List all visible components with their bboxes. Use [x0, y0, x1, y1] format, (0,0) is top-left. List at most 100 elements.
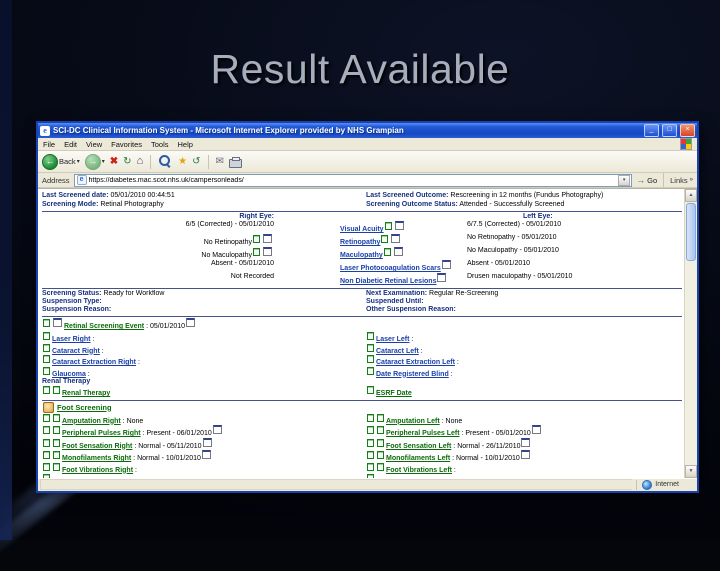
- value-last-screened-outcome: Rescreening in 12 months (Fundus Photogr…: [450, 192, 604, 199]
- value-peripheral-pulses-right: Present - 06/01/2010: [146, 430, 212, 437]
- form-row: Screening Status: Ready for Workflow Next…: [42, 290, 682, 298]
- left-eye-value-cell: Drusen maculopathy - 05/01/2010: [467, 273, 682, 286]
- toolbar-separator: [663, 173, 665, 187]
- link-foot-sensation-right[interactable]: Foot Sensation Right: [62, 443, 132, 450]
- field-maculopathy: Maculopathy: [340, 247, 405, 259]
- cal-icon: [394, 221, 404, 230]
- link-laser-photocoagulation-scars[interactable]: Laser Photocoagulation Scars: [340, 265, 441, 272]
- value-last-screened-date: 05/01/2010 00:44:51: [110, 192, 175, 199]
- link-cataract-right[interactable]: Cataract Right: [52, 348, 100, 355]
- history-button[interactable]: ↺: [192, 155, 201, 167]
- link-visual-acuity[interactable]: Visual Acuity: [340, 226, 384, 233]
- link-peripheral-pulses-right[interactable]: Peripheral Pulses Right: [62, 430, 141, 437]
- link-esrf-date[interactable]: ESRF Date: [376, 390, 412, 397]
- label-suspended-until: Suspended Until:: [366, 298, 424, 305]
- minimize-button[interactable]: _: [644, 124, 659, 137]
- link-laser-right[interactable]: Laser Right: [52, 336, 91, 343]
- section-divider: [42, 288, 682, 289]
- link-foot-sensation-left[interactable]: Foot Sensation Left: [386, 443, 451, 450]
- menu-item-file[interactable]: File: [43, 140, 55, 149]
- stop-button[interactable]: ✖: [110, 156, 118, 167]
- print-button[interactable]: [228, 156, 242, 168]
- field-cataract-right: Cataract Right :: [42, 343, 104, 355]
- back-button[interactable]: ← Back ▾: [42, 153, 80, 170]
- menu-item-tools[interactable]: Tools: [151, 140, 169, 149]
- label-last-screened-outcome: Last Screened Outcome:: [366, 192, 449, 199]
- link-cataract-extraction-right[interactable]: Cataract Extraction Right: [52, 359, 136, 366]
- scrollbar-up-button[interactable]: ▲: [685, 189, 697, 202]
- field-peripheral-pulses-right: Peripheral Pulses Right : Present - 06/0…: [42, 425, 224, 437]
- address-input[interactable]: e https://diabetes.mac.scot.nhs.uk/campe…: [73, 173, 633, 187]
- field-retinopathy: Retinopathy: [340, 234, 402, 246]
- menu-item-favorites[interactable]: Favorites: [111, 140, 142, 149]
- link-cataract-left[interactable]: Cataract Left: [376, 348, 419, 355]
- right-cell: Foot Vibrations Left :: [366, 462, 682, 475]
- link-monofilaments-left[interactable]: Monofilaments Left: [386, 455, 450, 462]
- menu-item-view[interactable]: View: [86, 140, 102, 149]
- doc-icon: [384, 222, 392, 230]
- menu-item-help[interactable]: Help: [178, 140, 193, 149]
- label-screening-outcome-status: Screening Outcome Status:: [366, 201, 458, 208]
- mail-button[interactable]: ✉: [216, 156, 224, 167]
- retinal-screening-event-row: Retinal Screening Event : 05/01/2010: [42, 318, 682, 332]
- link-retinal-screening-event[interactable]: Retinal Screening Event: [64, 323, 144, 330]
- link-cataract-extraction-left[interactable]: Cataract Extraction Left: [376, 359, 455, 366]
- value-amputation-left: None: [445, 417, 463, 425]
- link-non-diabetic-retinal-lesions[interactable]: Non Diabetic Retinal Lesions: [340, 278, 436, 285]
- link-glaucoma[interactable]: Glaucoma: [52, 371, 86, 378]
- label-6-5-corrected-05-01-2010: 6/5 (Corrected) - 05/01/2010: [185, 221, 274, 228]
- eye-grid-row: 6/5 (Corrected) - 05/01/2010 Visual Acuit…: [42, 221, 682, 234]
- link-date-registered-blind[interactable]: Date Registered Blind: [376, 371, 449, 378]
- label-next-examination: Next Examination:: [366, 290, 428, 297]
- link-laser-left[interactable]: Laser Left: [376, 336, 409, 343]
- doc-icon: [253, 235, 260, 243]
- cal-icon: [437, 273, 447, 282]
- maximize-button[interactable]: □: [662, 124, 677, 137]
- right-cell: Last Screened Outcome: Rescreening in 12…: [366, 191, 682, 200]
- field-peripheral-pulses-left: Peripheral Pulses Left : Present - 05/01…: [366, 425, 543, 437]
- link-amputation-left[interactable]: Amputation Left: [386, 418, 440, 425]
- scrollbar-track[interactable]: [685, 262, 697, 465]
- link-foot-vibrations-right[interactable]: Foot Vibrations Right: [62, 467, 133, 474]
- address-dropdown-icon[interactable]: ▾: [618, 174, 631, 186]
- close-button[interactable]: ×: [680, 124, 695, 137]
- value-foot-sensation-left: Normal - 26/11/2010: [457, 442, 521, 450]
- field-separator: :: [99, 347, 104, 355]
- cal-icon: [531, 425, 541, 434]
- go-button[interactable]: → Go: [636, 175, 657, 185]
- link-renal-therapy[interactable]: Renal Therapy: [62, 390, 110, 397]
- menu-item-edit[interactable]: Edit: [64, 140, 77, 149]
- refresh-button[interactable]: ↻: [123, 156, 131, 167]
- globe-icon: [642, 479, 653, 490]
- favorites-star-icon: ★: [178, 155, 188, 167]
- field-drusen-maculopathy-05-01-2010: Drusen maculopathy - 05/01/2010: [467, 273, 572, 280]
- link-monofilaments-right[interactable]: Monofilaments Right: [62, 455, 131, 462]
- favorites-button[interactable]: ★: [178, 155, 188, 167]
- link-retinopathy[interactable]: Retinopathy: [340, 239, 380, 246]
- cal-icon: [520, 450, 530, 459]
- field-last-screened-outcome: Last Screened Outcome: Rescreening in 12…: [366, 192, 603, 199]
- foot-screening-link[interactable]: Foot Screening: [57, 402, 112, 413]
- cal-icon: [521, 437, 531, 447]
- scrollbar-down-button[interactable]: ▼: [685, 465, 697, 478]
- home-button[interactable]: ⌂: [137, 156, 144, 167]
- field-not-recorded: Not Recorded: [231, 273, 274, 280]
- cal-icon: [391, 234, 401, 243]
- link-amputation-right[interactable]: Amputation Right: [62, 418, 121, 425]
- vertical-scrollbar[interactable]: ▲ ▼: [684, 189, 697, 478]
- doc-icon: [377, 451, 384, 459]
- field-no-retinopathy-05-01-2010: No Retinopathy - 05/01/2010: [467, 234, 557, 241]
- link-maculopathy[interactable]: Maculopathy: [340, 252, 383, 259]
- doc-icon: [43, 413, 50, 422]
- link-peripheral-pulses-left[interactable]: Peripheral Pulses Left: [386, 430, 460, 437]
- screening-summary-section: Last Screened date: 05/01/2010 00:44:51 L…: [42, 191, 682, 209]
- title-bar[interactable]: e SCI-DC Clinical Information System - M…: [38, 123, 697, 138]
- page-icon: e: [76, 175, 87, 185]
- history-icon: ↺: [192, 155, 201, 167]
- left-cell: Glaucoma :: [42, 366, 366, 379]
- forward-button[interactable]: → ▾: [84, 153, 105, 170]
- search-button[interactable]: [158, 154, 173, 169]
- scrollbar-thumb[interactable]: [686, 203, 696, 261]
- link-foot-vibrations-left[interactable]: Foot Vibrations Left: [386, 467, 452, 474]
- links-label[interactable]: Links »: [670, 176, 693, 185]
